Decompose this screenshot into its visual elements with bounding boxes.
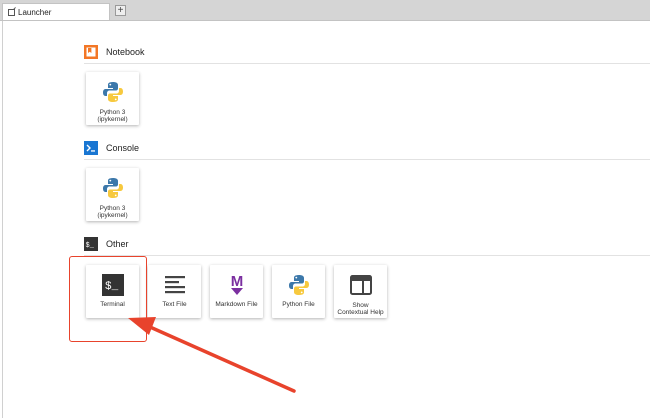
python-icon bbox=[86, 176, 139, 200]
card-label: Python 3 (ipykernel) bbox=[97, 205, 128, 219]
text-file-icon bbox=[148, 273, 201, 297]
divider bbox=[84, 255, 650, 256]
tab-label: Launcher bbox=[18, 7, 52, 17]
card-text-file[interactable]: Text File bbox=[148, 265, 201, 318]
tab-launcher[interactable]: Launcher bbox=[2, 3, 110, 20]
card-label: Show Contextual Help bbox=[337, 302, 384, 316]
card-label: Markdown File bbox=[215, 301, 258, 308]
annotation-highlight-box bbox=[69, 256, 147, 342]
add-tab-button[interactable]: + bbox=[115, 5, 126, 16]
section-title-notebook: Notebook bbox=[106, 47, 145, 57]
divider bbox=[84, 63, 650, 64]
card-label: Python 3 (ipykernel) bbox=[97, 109, 128, 123]
svg-text:$_: $_ bbox=[86, 242, 95, 250]
python-icon bbox=[272, 273, 325, 297]
notebook-icon bbox=[84, 45, 98, 59]
section-title-console: Console bbox=[106, 143, 140, 153]
tab-bar: Launcher + bbox=[0, 0, 650, 21]
card-python-file[interactable]: Python File bbox=[272, 265, 325, 318]
launcher-icon bbox=[8, 8, 15, 16]
card-markdown-file[interactable]: M Markdown File bbox=[210, 265, 263, 318]
terminal-icon: $_ bbox=[84, 237, 98, 251]
card-label: Python File bbox=[282, 301, 315, 308]
python-icon bbox=[86, 80, 139, 104]
section-console: Console bbox=[84, 139, 139, 157]
console-icon bbox=[84, 141, 98, 155]
contextual-help-icon bbox=[334, 273, 387, 297]
markdown-icon: M bbox=[210, 273, 263, 297]
card-notebook-python3[interactable]: Python 3 (ipykernel) bbox=[86, 72, 139, 125]
divider bbox=[84, 159, 650, 160]
card-console-python3[interactable]: Python 3 (ipykernel) bbox=[86, 168, 139, 221]
card-label: Text File bbox=[162, 301, 187, 308]
section-title-other: Other bbox=[106, 239, 129, 249]
card-contextual-help[interactable]: Show Contextual Help bbox=[334, 265, 387, 318]
section-other: $_ Other bbox=[84, 235, 129, 253]
section-notebook: Notebook bbox=[84, 43, 145, 61]
svg-text:M: M bbox=[230, 273, 243, 290]
